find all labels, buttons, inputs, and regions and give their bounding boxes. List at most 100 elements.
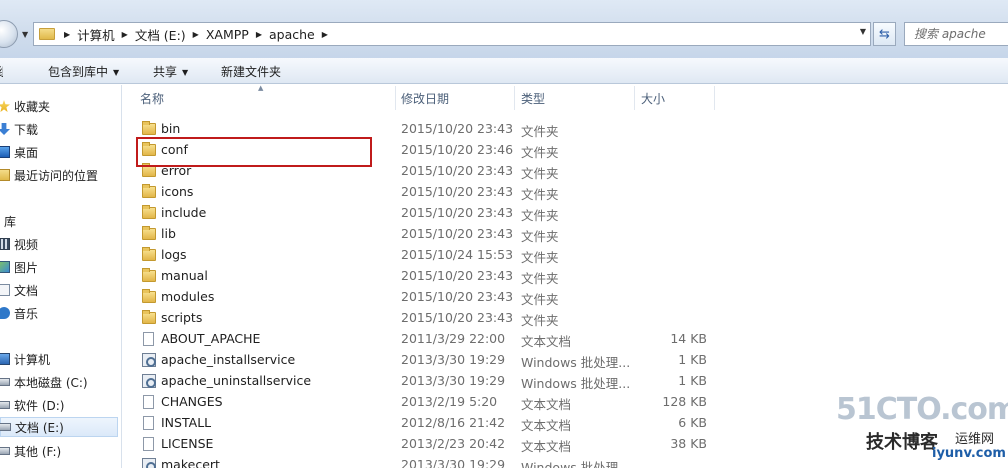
nav-label: 本地磁盘 (C:) [14, 375, 88, 390]
file-type: 文件夹 [521, 145, 559, 160]
nav-label: 图片 [14, 260, 39, 275]
watermark-text: 运维网 [955, 432, 995, 447]
back-button[interactable] [0, 20, 18, 48]
nav-label: 下载 [14, 122, 39, 137]
nav-item-recent-places[interactable]: 最近访问的位置 [0, 165, 98, 185]
column-header-name[interactable]: 名称 [134, 86, 396, 110]
breadcrumb-xampp[interactable]: XAMPP [206, 27, 249, 42]
address-history-dropdown-icon[interactable]: ▼ [860, 27, 866, 36]
document-icon [0, 284, 10, 296]
file-row[interactable]: lib 2015/10/20 23:43 文件夹 [130, 224, 720, 245]
file-type: 文本文档 [521, 397, 572, 412]
file-size: 38 KB [670, 436, 707, 451]
command-bar: 组织 包含到库中▼ 共享▼ 新建文件夹 [0, 58, 1008, 84]
watermark-logo: 51CTO.com [836, 392, 1008, 427]
file-type: Windows 批处理... [521, 460, 631, 468]
nav-label: 文档 [14, 283, 39, 298]
address-bar[interactable]: ▶ 计算机 ▶ 文档 (E:) ▶ XAMPP ▶ apache ▶ ▼ [33, 22, 871, 46]
file-size: 6 KB [678, 415, 707, 430]
nav-item-drive-c[interactable]: 本地磁盘 (C:) [0, 372, 88, 392]
caret-down-icon: ▼ [182, 68, 189, 77]
folder-icon [39, 28, 55, 40]
file-name: lib [161, 226, 176, 241]
file-name: icons [161, 184, 194, 199]
nav-libraries[interactable]: 库 [0, 211, 16, 231]
column-header-date-modified[interactable]: 修改日期 [395, 86, 515, 110]
file-date: 2015/10/20 23:43 [401, 226, 514, 241]
nav-item-music[interactable]: 音乐 [0, 303, 38, 323]
file-date: 2013/2/19 5:20 [401, 394, 498, 409]
text-file-icon [143, 395, 154, 409]
nav-favorites[interactable]: 收藏夹 [0, 96, 50, 116]
chevron-right-icon[interactable]: ▶ [322, 30, 328, 39]
folder-icon [142, 289, 156, 303]
nav-item-desktop[interactable]: 桌面 [0, 142, 38, 162]
file-type: 文件夹 [521, 250, 559, 265]
text-file-icon [143, 416, 154, 430]
nav-item-videos[interactable]: 视频 [0, 234, 38, 254]
file-row[interactable]: logs 2015/10/24 15:53 文件夹 [130, 245, 720, 266]
file-row[interactable]: manual 2015/10/20 23:43 文件夹 [130, 266, 720, 287]
file-row[interactable]: makecert 2013/3/30 19:29 Windows 批处理... [130, 455, 720, 468]
file-row[interactable]: ABOUT_APACHE 2011/3/29 22:00 文本文档 14 KB [130, 329, 720, 350]
breadcrumb-drive-e[interactable]: 文档 (E:) [135, 25, 186, 44]
file-date: 2013/3/30 19:29 [401, 457, 506, 468]
file-name: apache_uninstallservice [161, 373, 312, 388]
nav-computer[interactable]: 计算机 [0, 349, 50, 369]
recent-pages-dropdown-icon[interactable]: ▼ [22, 30, 28, 39]
music-icon [0, 307, 10, 319]
file-name: ABOUT_APACHE [161, 331, 261, 346]
file-type: 文件夹 [521, 166, 559, 181]
nav-item-downloads[interactable]: 下载 [0, 119, 38, 139]
drive-icon [0, 401, 10, 409]
batch-file-icon [142, 458, 156, 468]
nav-label: 计算机 [14, 352, 51, 367]
file-row[interactable]: modules 2015/10/20 23:43 文件夹 [130, 287, 720, 308]
chevron-right-icon[interactable]: ▶ [193, 30, 199, 39]
search-input[interactable] [914, 27, 1008, 41]
folder-icon [142, 310, 156, 324]
file-row[interactable]: icons 2015/10/20 23:43 文件夹 [130, 182, 720, 203]
folder-icon [142, 205, 156, 219]
file-type: 文件夹 [521, 292, 559, 307]
chevron-right-icon[interactable]: ▶ [122, 30, 128, 39]
file-row[interactable]: INSTALL 2012/8/16 21:42 文本文档 6 KB [130, 413, 720, 434]
breadcrumb-computer[interactable]: 计算机 [77, 25, 115, 44]
file-name: bin [161, 121, 181, 136]
file-row[interactable]: CHANGES 2013/2/19 5:20 文本文档 128 KB [130, 392, 720, 413]
nav-item-drive-d[interactable]: 软件 (D:) [0, 395, 64, 415]
include-in-library-menu[interactable]: 包含到库中 ▼ [48, 63, 119, 80]
chevron-right-icon[interactable]: ▶ [256, 30, 262, 39]
file-size: 128 KB [662, 394, 707, 409]
organize-menu[interactable]: 组织 [0, 63, 3, 83]
file-row[interactable]: scripts 2015/10/20 23:43 文件夹 [130, 308, 720, 329]
file-type: 文件夹 [521, 187, 559, 202]
drive-icon [0, 447, 10, 455]
nav-label: 其他 (F:) [14, 444, 62, 459]
chevron-right-icon[interactable]: ▶ [64, 30, 70, 39]
refresh-button[interactable]: ⇆ [873, 22, 896, 46]
new-folder-button[interactable]: 新建文件夹 [221, 63, 281, 80]
file-date: 2012/8/16 21:42 [401, 415, 506, 430]
file-name: INSTALL [161, 415, 212, 430]
column-header-size[interactable]: 大小 [635, 86, 715, 110]
nav-label: 桌面 [14, 145, 39, 160]
file-row[interactable]: include 2015/10/20 23:43 文件夹 [130, 203, 720, 224]
file-name: LICENSE [161, 436, 214, 451]
file-row[interactable]: apache_installservice 2013/3/30 19:29 Wind… [130, 350, 720, 371]
share-menu[interactable]: 共享 ▼ [153, 63, 188, 80]
file-row[interactable]: LICENSE 2013/2/23 20:42 文本文档 38 KB [130, 434, 720, 455]
batch-file-icon [142, 374, 156, 388]
breadcrumb-apache[interactable]: apache [269, 27, 315, 42]
search-box[interactable] [904, 22, 1008, 46]
navigation-pane: 收藏夹 下载 桌面 最近访问的位置 库 视频 图片 文档 音乐 计算机 本地磁盘… [0, 85, 122, 468]
file-date: 2015/10/20 23:43 [401, 121, 514, 136]
nav-label: 软件 (D:) [14, 398, 65, 413]
column-header-type[interactable]: 类型 [515, 86, 635, 110]
nav-item-drive-e[interactable]: 文档 (E:) [0, 417, 118, 437]
nav-item-documents[interactable]: 文档 [0, 280, 38, 300]
nav-item-pictures[interactable]: 图片 [0, 257, 38, 277]
nav-item-drive-f[interactable]: 其他 (F:) [0, 441, 61, 461]
watermark-url: iyunv.com [932, 446, 1006, 461]
file-row[interactable]: apache_uninstallservice 2013/3/30 19:29 Wi… [130, 371, 720, 392]
